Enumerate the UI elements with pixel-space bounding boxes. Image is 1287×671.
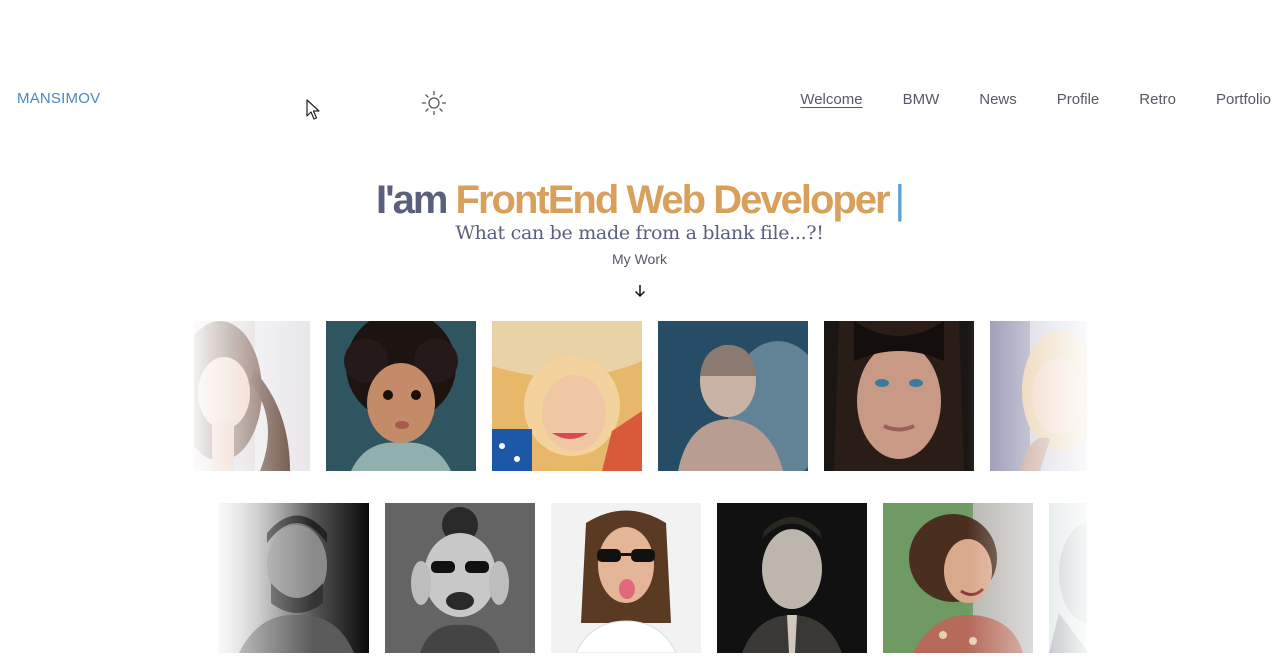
sun-icon: [421, 90, 447, 116]
my-work-link[interactable]: My Work: [0, 251, 1279, 267]
gallery-photo-blonde-woman[interactable]: [990, 321, 1087, 471]
gallery-photo-woman-straw-hat[interactable]: [492, 321, 642, 471]
main-nav: Welcome BMW News Profile Retro Portfolio: [800, 91, 1271, 109]
hero-role: FrontEnd Web Developer: [455, 178, 891, 222]
gallery-photo-man-in-smoke[interactable]: [658, 321, 808, 471]
gallery-photo-man-looking-up[interactable]: [717, 503, 867, 653]
hero-subtitle: What can be made from a blank file...?!: [455, 222, 824, 244]
nav-link-bmw[interactable]: BMW: [903, 91, 940, 109]
nav-link-portfolio[interactable]: Portfolio: [1216, 91, 1271, 109]
nav-link-retro[interactable]: Retro: [1139, 91, 1176, 109]
nav-link-profile[interactable]: Profile: [1057, 91, 1100, 109]
gallery-photo-curly-woman-smiling[interactable]: [883, 503, 1033, 653]
hero-prefix: I'am: [375, 178, 448, 222]
page: MANSIMOV Welcome BMW News Profile Retro …: [0, 0, 1287, 671]
gallery-row-2: [194, 503, 1087, 653]
theme-toggle-button[interactable]: [421, 90, 447, 116]
typing-caret: |: [894, 178, 906, 222]
brand-logo[interactable]: MANSIMOV: [17, 90, 100, 107]
nav-link-welcome[interactable]: Welcome: [800, 91, 862, 109]
mouse-cursor-icon: [306, 99, 320, 120]
gallery-row-1: [194, 321, 1087, 471]
gallery-photo-partial-portrait[interactable]: [1049, 503, 1087, 653]
gallery-photo-bearded-man-bw[interactable]: [219, 503, 369, 653]
gallery-photo-woman-portrait[interactable]: [194, 321, 310, 471]
gallery-photo-woman-blue-eyes[interactable]: [824, 321, 974, 471]
gallery-photo-curly-haired-child[interactable]: [326, 321, 476, 471]
hero-title: I'am FrontEnd Web Developer |: [0, 176, 1281, 224]
gallery-photo-laughing-woman-sunglasses[interactable]: [385, 503, 535, 653]
nav-link-news[interactable]: News: [979, 91, 1017, 109]
gallery-photo-man-sunglasses-tongue[interactable]: [551, 503, 701, 653]
arrow-down-icon[interactable]: [633, 284, 647, 298]
